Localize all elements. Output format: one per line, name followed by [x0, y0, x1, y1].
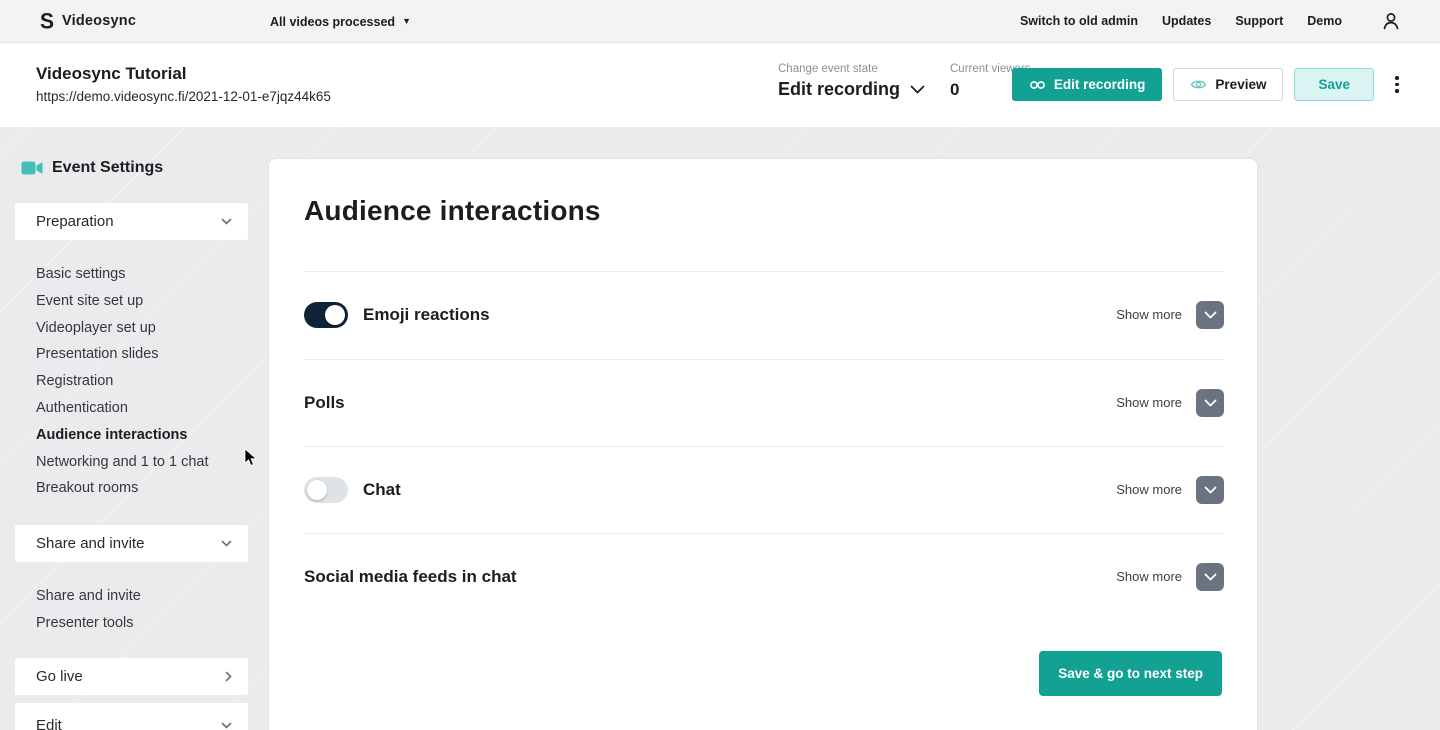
- chevron-right-icon: [225, 671, 232, 682]
- toggle-knob: [307, 480, 327, 500]
- row-label: Chat: [363, 480, 401, 500]
- chevron-down-icon: [1204, 399, 1217, 407]
- sidebar-item-event-site-set-up[interactable]: Event site set up: [36, 288, 209, 315]
- event-state-value: Edit recording: [778, 79, 900, 100]
- sidebar-section-go-live[interactable]: Go live: [15, 658, 248, 695]
- videos-status-dropdown[interactable]: All videos processed ▼: [270, 0, 411, 43]
- chevron-down-icon: [1204, 486, 1217, 494]
- row-label: Social media feeds in chat: [304, 567, 517, 587]
- videosync-logo[interactable]: S Videosync: [40, 11, 136, 32]
- show-more-link[interactable]: Show more: [1116, 569, 1182, 584]
- sidebar-item-basic-settings[interactable]: Basic settings: [36, 261, 209, 288]
- event-state-dropdown[interactable]: Edit recording: [778, 79, 925, 100]
- eye-icon: [1190, 78, 1207, 91]
- show-more-link[interactable]: Show more: [1116, 482, 1182, 497]
- chat-toggle[interactable]: [304, 477, 348, 503]
- panel-title: Audience interactions: [304, 195, 601, 227]
- row-label: Polls: [304, 393, 345, 413]
- social-media-feeds-row: Social media feeds in chat Show more: [269, 533, 1259, 620]
- video-camera-icon: [21, 160, 43, 176]
- toggle-knob: [325, 305, 345, 325]
- preview-button-label: Preview: [1215, 77, 1266, 92]
- expand-row-button[interactable]: [1196, 563, 1224, 591]
- chevron-down-icon: [1204, 573, 1217, 581]
- row-actions: Show more: [1116, 476, 1224, 504]
- chevron-down-icon: [221, 218, 232, 225]
- event-settings-title-text: Event Settings: [52, 159, 163, 177]
- sidebar-item-registration[interactable]: Registration: [36, 368, 209, 395]
- save-button[interactable]: Save: [1294, 68, 1374, 101]
- user-account-button[interactable]: [1380, 10, 1402, 32]
- person-icon: [1380, 10, 1402, 32]
- edit-recording-button-label: Edit recording: [1054, 77, 1146, 92]
- recording-icon: [1029, 79, 1046, 91]
- event-url[interactable]: https://demo.videosync.fi/2021-12-01-e7j…: [36, 89, 331, 104]
- videosync-logo-icon: S: [40, 10, 54, 32]
- chevron-down-icon: [221, 722, 232, 729]
- caret-down-icon: ▼: [402, 17, 411, 26]
- videos-status-label: All videos processed: [270, 15, 395, 29]
- sidebar-item-breakout-rooms[interactable]: Breakout rooms: [36, 475, 209, 502]
- top-bar: S Videosync All videos processed ▼ Switc…: [0, 0, 1440, 43]
- sidebar-item-networking-1to1-chat[interactable]: Networking and 1 to 1 chat: [36, 449, 209, 476]
- kebab-dot: [1395, 76, 1399, 80]
- preparation-items: Basic settings Event site set up Videopl…: [36, 261, 209, 502]
- kebab-dot: [1395, 83, 1399, 87]
- sidebar-item-share-and-invite[interactable]: Share and invite: [36, 583, 141, 610]
- row-actions: Show more: [1116, 389, 1224, 417]
- sidebar-section-share-and-invite[interactable]: Share and invite: [15, 525, 248, 562]
- sidebar-item-presenter-tools[interactable]: Presenter tools: [36, 610, 141, 637]
- emoji-reactions-row: Emoji reactions Show more: [269, 271, 1259, 358]
- chevron-down-icon: [910, 85, 925, 94]
- kebab-dot: [1395, 89, 1399, 93]
- show-more-link[interactable]: Show more: [1116, 307, 1182, 322]
- chevron-down-icon: [221, 540, 232, 547]
- settings-sidebar: Event Settings Preparation Basic setting…: [15, 157, 248, 730]
- page-title: Videosync Tutorial: [36, 64, 331, 84]
- preview-button[interactable]: Preview: [1173, 68, 1283, 101]
- event-settings-title: Event Settings: [21, 159, 163, 177]
- sidebar-item-presentation-slides[interactable]: Presentation slides: [36, 341, 209, 368]
- polls-row: Polls Show more: [269, 359, 1259, 446]
- videosync-logo-text: Videosync: [62, 13, 136, 29]
- more-options-button[interactable]: [1387, 68, 1407, 101]
- event-state-block: Change event state Edit recording: [778, 63, 925, 100]
- save-button-label: Save: [1318, 77, 1350, 92]
- event-info: Videosync Tutorial https://demo.videosyn…: [36, 64, 331, 104]
- save-and-next-step-button[interactable]: Save & go to next step: [1039, 651, 1222, 696]
- updates-link[interactable]: Updates: [1162, 14, 1211, 28]
- emoji-reactions-toggle[interactable]: [304, 302, 348, 328]
- event-state-label: Change event state: [778, 63, 925, 75]
- event-header: Videosync Tutorial https://demo.videosyn…: [0, 43, 1440, 127]
- share-and-invite-items: Share and invite Presenter tools: [36, 583, 141, 637]
- audience-interactions-panel: Audience interactions Emoji reactions Sh…: [268, 158, 1258, 730]
- header-actions: Edit recording Preview Save: [1012, 68, 1407, 101]
- switch-to-old-admin-link[interactable]: Switch to old admin: [1020, 14, 1138, 28]
- demo-link[interactable]: Demo: [1307, 14, 1342, 28]
- section-label: Edit: [36, 717, 62, 730]
- row-label: Emoji reactions: [363, 305, 490, 325]
- section-label: Go live: [36, 668, 83, 685]
- sidebar-section-preparation[interactable]: Preparation: [15, 203, 248, 240]
- section-label: Preparation: [36, 213, 114, 230]
- sidebar-section-edit[interactable]: Edit: [15, 703, 248, 730]
- expand-row-button[interactable]: [1196, 389, 1224, 417]
- chat-row: Chat Show more: [269, 446, 1259, 533]
- row-actions: Show more: [1116, 563, 1224, 591]
- expand-row-button[interactable]: [1196, 476, 1224, 504]
- top-bar-links: Switch to old admin Updates Support Demo: [1020, 10, 1402, 32]
- sidebar-item-audience-interactions[interactable]: Audience interactions: [36, 422, 209, 449]
- show-more-link[interactable]: Show more: [1116, 395, 1182, 410]
- row-actions: Show more: [1116, 301, 1224, 329]
- chevron-down-icon: [1204, 311, 1217, 319]
- videosync-admin-page: { "topbar": { "logo_text": "Videosync", …: [0, 0, 1440, 730]
- sidebar-item-authentication[interactable]: Authentication: [36, 395, 209, 422]
- sidebar-item-videoplayer-set-up[interactable]: Videoplayer set up: [36, 315, 209, 342]
- support-link[interactable]: Support: [1235, 14, 1283, 28]
- edit-recording-button[interactable]: Edit recording: [1012, 68, 1163, 101]
- expand-row-button[interactable]: [1196, 301, 1224, 329]
- section-label: Share and invite: [36, 535, 144, 552]
